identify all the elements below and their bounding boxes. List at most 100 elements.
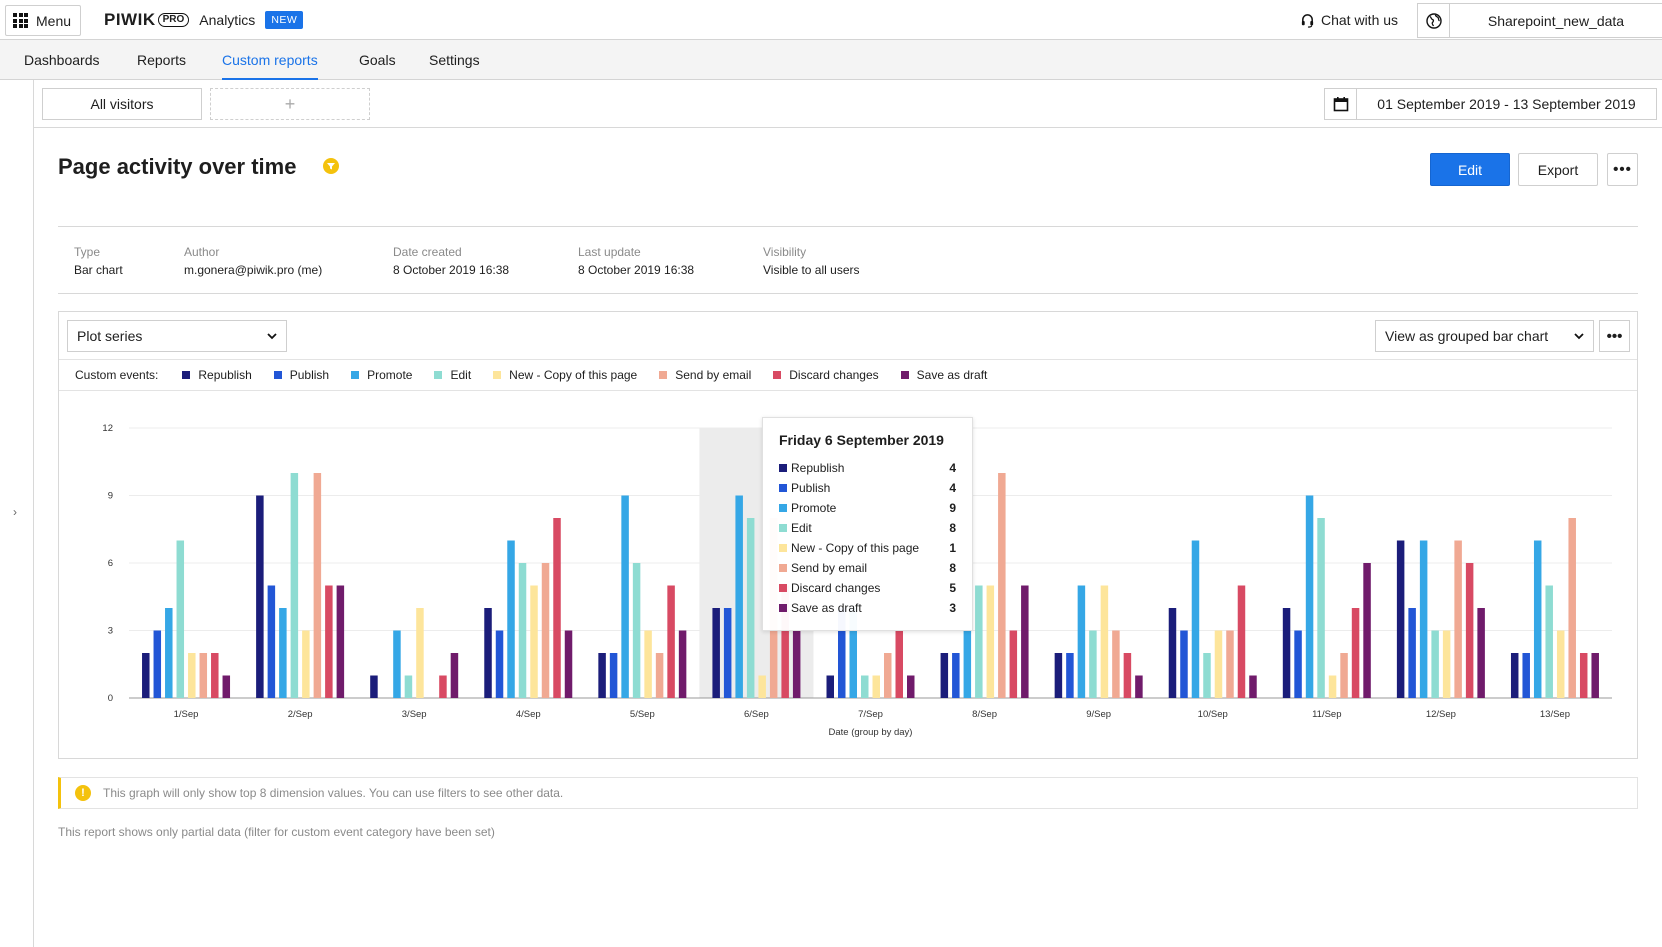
tooltip-row: Republish 4 xyxy=(779,458,956,478)
bar-save-as-draft xyxy=(1249,675,1257,698)
bar-save-as-draft xyxy=(907,675,915,698)
legend-swatch xyxy=(773,371,782,379)
report-meta: Type Bar chart Author m.gonera@piwik.pro… xyxy=(58,226,1638,294)
legend-item-save-as-draft[interactable]: Save as draft xyxy=(900,368,987,382)
tab-goals[interactable]: Goals xyxy=(359,52,396,80)
tooltip-swatch xyxy=(779,544,787,552)
menu-label: Menu xyxy=(36,12,72,29)
bar-new-copy-of-this-page xyxy=(188,653,196,698)
bar-send-by-email xyxy=(1340,653,1348,698)
legend-swatch xyxy=(900,371,909,379)
tooltip-name: Edit xyxy=(791,521,812,535)
filter-active-icon[interactable] xyxy=(323,158,339,174)
bar-save-as-draft xyxy=(1363,563,1371,698)
bar-send-by-email xyxy=(541,563,550,698)
piwik-pro-logo[interactable]: PIWIK PRO Analytics NEW xyxy=(104,10,304,30)
meta-value: m.gonera@piwik.pro (me) xyxy=(184,263,323,277)
legend-label: Publish xyxy=(289,368,330,382)
export-button[interactable]: Export xyxy=(1518,153,1598,186)
bar-promote xyxy=(1305,495,1314,698)
warning-icon: ! xyxy=(75,785,91,801)
more-options-button[interactable]: ••• xyxy=(1607,153,1638,186)
site-selector[interactable]: Sharepoint_new_data xyxy=(1417,3,1662,38)
expand-sidebar-chevron-icon[interactable]: › xyxy=(13,505,17,519)
tooltip-swatch xyxy=(779,504,787,512)
meta-value: 8 October 2019 16:38 xyxy=(393,263,510,277)
menu-button[interactable]: Menu xyxy=(5,5,81,36)
bar-send-by-email xyxy=(199,653,208,698)
bar-publish xyxy=(609,653,618,698)
bar-publish xyxy=(1180,630,1188,698)
legend-item-publish[interactable]: Publish xyxy=(273,368,330,382)
tooltip-row: Send by email 8 xyxy=(779,558,956,578)
legend-item-new-copy[interactable]: New - Copy of this page xyxy=(493,368,637,382)
tab-reports[interactable]: Reports xyxy=(137,52,186,80)
product-name: Analytics xyxy=(199,12,256,28)
bar-publish xyxy=(153,630,162,698)
tooltip-name: Save as draft xyxy=(791,601,862,615)
bar-republish xyxy=(1510,653,1519,698)
tooltip-name: Discard changes xyxy=(791,581,881,595)
bar-promote xyxy=(1191,540,1200,698)
partial-data-note: This report shows only partial data (fil… xyxy=(58,825,495,839)
bar-promote xyxy=(1533,540,1542,698)
bar-edit xyxy=(290,473,299,698)
bar-republish xyxy=(1282,608,1291,698)
y-tick-label: 9 xyxy=(108,491,113,502)
x-tick-label: 7/Sep xyxy=(858,709,883,720)
tab-dashboards[interactable]: Dashboards xyxy=(24,52,100,80)
meta-label: Last update xyxy=(578,245,641,259)
bar-publish xyxy=(1294,630,1302,698)
top-bar: Menu PIWIK PRO Analytics NEW Chat with u… xyxy=(0,0,1662,40)
bar-publish xyxy=(1408,608,1416,698)
bar-discard-changes xyxy=(1009,630,1018,698)
bar-publish xyxy=(723,608,732,698)
notice-text: This graph will only show top 8 dimensio… xyxy=(103,786,564,800)
bar-discard-changes xyxy=(1237,585,1246,698)
legend-swatch xyxy=(273,371,282,379)
edit-button[interactable]: Edit xyxy=(1430,153,1510,186)
bar-republish xyxy=(1396,540,1405,698)
bar-discard-changes xyxy=(895,630,903,698)
bar-republish xyxy=(826,675,834,698)
legend-swatch xyxy=(493,371,502,379)
add-segment-button[interactable]: + xyxy=(210,88,370,120)
chart-view-dropdown[interactable]: View as grouped bar chart xyxy=(1375,320,1594,352)
bar-republish xyxy=(1054,653,1063,698)
tooltip-name: Promote xyxy=(791,501,837,515)
bar-new-copy-of-this-page xyxy=(872,675,880,698)
tooltip-row: Edit 8 xyxy=(779,518,956,538)
legend-item-send-by-email[interactable]: Send by email xyxy=(659,368,751,382)
bar-save-as-draft xyxy=(450,653,459,698)
legend-swatch xyxy=(434,371,443,379)
bar-new-copy-of-this-page xyxy=(530,585,538,698)
bar-new-copy-of-this-page xyxy=(986,585,995,698)
bar-edit xyxy=(746,518,755,698)
chart-view-label: View as grouped bar chart xyxy=(1385,328,1549,344)
legend-item-edit[interactable]: Edit xyxy=(434,368,471,382)
x-tick-label: 9/Sep xyxy=(1086,709,1111,720)
chevron-down-icon xyxy=(267,332,277,339)
bar-promote xyxy=(963,630,972,698)
meta-label: Visibility xyxy=(763,245,807,259)
tab-settings[interactable]: Settings xyxy=(429,52,480,80)
date-range-picker[interactable]: 01 September 2019 - 13 September 2019 xyxy=(1324,88,1657,120)
page-title: Page activity over time xyxy=(58,154,297,179)
bar-edit xyxy=(1545,585,1553,698)
bar-save-as-draft xyxy=(1021,585,1029,698)
legend-item-promote[interactable]: Promote xyxy=(351,368,412,382)
legend-item-republish[interactable]: Republish xyxy=(182,368,252,382)
tooltip-name: Send by email xyxy=(791,561,868,575)
y-tick-label: 0 xyxy=(108,693,113,704)
legend-item-discard-changes[interactable]: Discard changes xyxy=(773,368,879,382)
plot-series-dropdown[interactable]: Plot series xyxy=(67,320,287,352)
collapsed-sidebar: › xyxy=(0,80,34,947)
segment-all-visitors[interactable]: All visitors xyxy=(42,88,202,120)
bar-discard-changes xyxy=(211,653,219,698)
tab-custom-reports[interactable]: Custom reports xyxy=(222,52,318,80)
legend-label: Edit xyxy=(450,368,472,382)
bar-discard-changes xyxy=(1351,608,1360,698)
chat-button[interactable]: Chat with us xyxy=(1300,12,1398,28)
chart-more-button[interactable]: ••• xyxy=(1599,320,1630,352)
legend-label: New - Copy of this page xyxy=(509,368,638,382)
